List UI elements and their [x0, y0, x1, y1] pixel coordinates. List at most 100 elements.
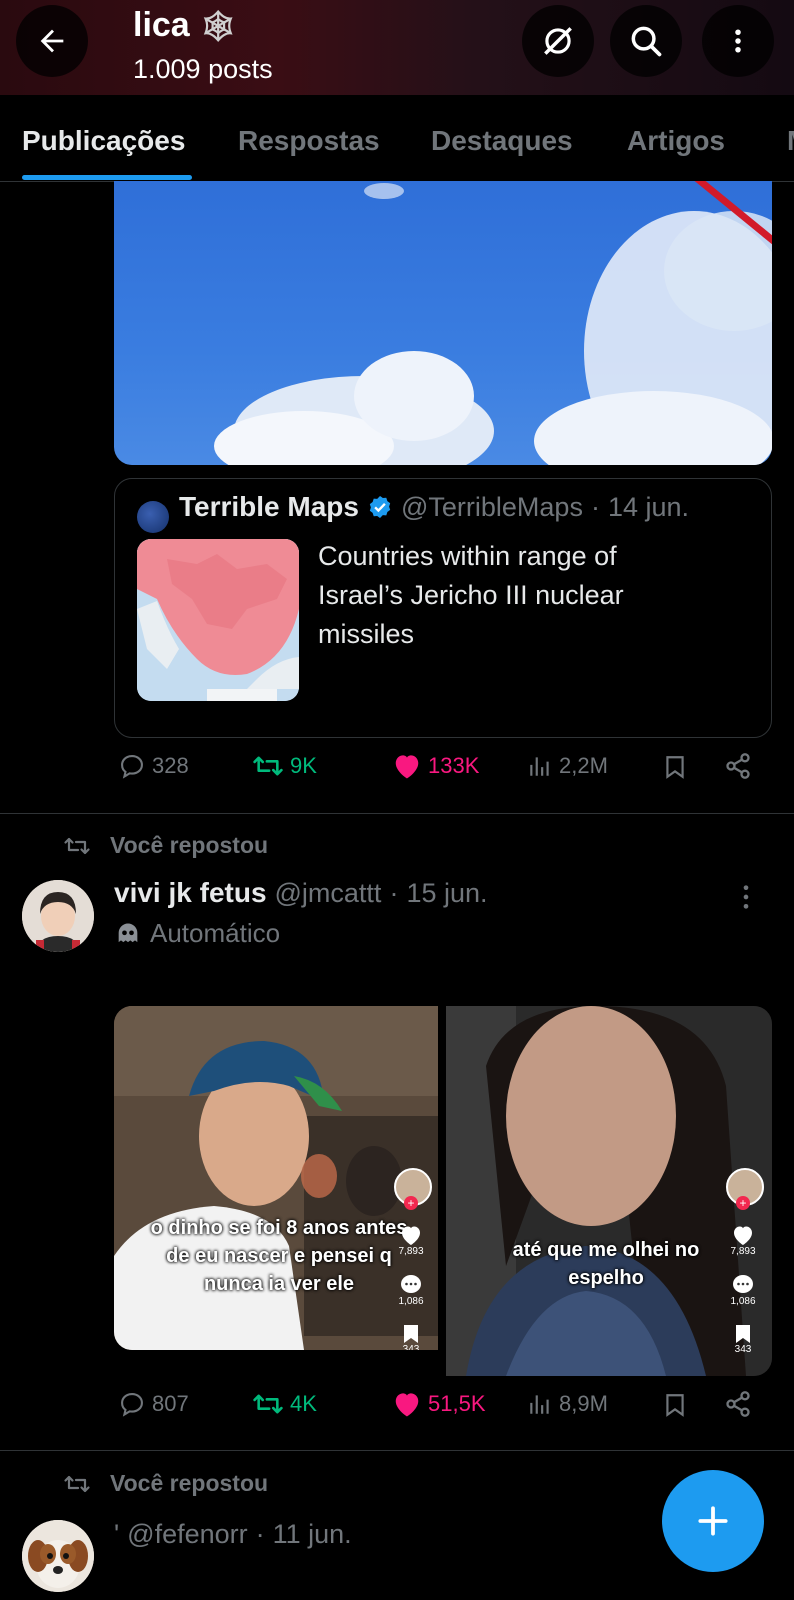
post-divider	[0, 1450, 794, 1451]
views-button[interactable]: 8,9M	[527, 1390, 608, 1418]
arrow-left-icon	[40, 29, 64, 53]
post3-repost-indicator: Você repostou	[62, 1470, 268, 1497]
post-count: 1.009 posts	[133, 54, 273, 84]
back-button[interactable]	[16, 5, 88, 77]
views-bars-icon	[530, 757, 549, 776]
reply-button[interactable]: 328	[118, 752, 189, 780]
grok-button[interactable]	[522, 5, 594, 77]
share-button[interactable]	[724, 1390, 752, 1418]
reply-bubble-icon	[121, 755, 143, 779]
comment-bubble-icon	[401, 1275, 421, 1293]
vertical-dots-icon	[743, 885, 749, 909]
avatar-vivi-illustration	[22, 880, 94, 952]
quote-separator: ·	[590, 491, 600, 522]
follow-plus-icon: +	[404, 1196, 418, 1210]
post2-media-right[interactable]: até que me olhei no espelho + 7,893 1,08…	[446, 1006, 772, 1376]
tab-destaques[interactable]: Destaques	[431, 125, 573, 157]
photo-man-with-cap-illustration	[114, 1006, 438, 1350]
post2-media-left[interactable]: o dinho se foi 8 anos antes de eu nascer…	[114, 1006, 438, 1350]
avatar[interactable]	[22, 1520, 94, 1592]
post2-action-bar: 807 4K 51,5K 8,9M	[0, 1390, 794, 1440]
grok-slash-icon	[544, 27, 572, 55]
share-button[interactable]	[724, 752, 752, 780]
active-tab-indicator	[22, 175, 192, 180]
heart-icon	[734, 1226, 752, 1245]
author-handle[interactable]: @fefenorr	[127, 1519, 247, 1550]
post-divider	[0, 813, 794, 814]
post1-action-bar: 328 9K 133K 2,2M	[0, 752, 794, 802]
tab-midia[interactable]: M	[787, 125, 794, 157]
quoted-tweet-card[interactable]: Terrible Maps @TerribleMaps · 14 jun. Co…	[114, 478, 772, 738]
repost-arrows-icon	[253, 756, 283, 776]
post-date[interactable]: 11 jun.	[273, 1519, 352, 1550]
share-icon	[726, 753, 750, 779]
repost-button[interactable]: 4K	[252, 1390, 317, 1418]
like-button[interactable]: 133K	[392, 752, 479, 780]
sky-clouds-illustration	[214, 181, 772, 465]
missile-range-map-illustration	[137, 539, 299, 701]
reply-button[interactable]: 807	[118, 1390, 189, 1418]
map-thumbnail[interactable]	[137, 539, 299, 701]
bookmark-icon	[666, 756, 684, 779]
heart-filled-icon	[395, 755, 419, 779]
author-handle[interactable]: @jmcattt	[275, 878, 382, 909]
share-icon	[726, 1391, 750, 1417]
automated-label: Automático	[114, 918, 280, 949]
reply-bubble-icon	[121, 1393, 143, 1417]
avatar-puppy-illustration	[22, 1520, 94, 1592]
media-save-counter: 343	[724, 1324, 762, 1355]
more-options-button[interactable]	[702, 5, 774, 77]
media-caption: até que me olhei no espelho	[512, 1239, 700, 1289]
spiderweb-emoji: 🕸	[199, 10, 238, 43]
bookmark-icon	[404, 1325, 418, 1343]
repost-arrows-icon	[64, 1475, 90, 1492]
post-date[interactable]: 15 jun.	[406, 878, 487, 909]
media-comment-counter: 1,086	[724, 1274, 762, 1307]
media-like-counter: 7,893	[724, 1224, 762, 1257]
post2-header: vivi jk fetus @jmcattt · 15 jun.	[114, 877, 488, 909]
quote-author-name[interactable]: Terrible Maps	[179, 491, 359, 523]
bookmark-icon	[736, 1325, 750, 1343]
comment-bubble-icon	[733, 1275, 753, 1293]
repost-arrows-icon	[64, 837, 90, 854]
media-comment-counter: 1,086	[392, 1274, 430, 1307]
quote-header: Terrible Maps @TerribleMaps · 14 jun.	[179, 491, 689, 523]
media-caption: o dinho se foi 8 anos antes de eu nascer…	[150, 1217, 408, 1295]
tab-respostas[interactable]: Respostas	[238, 125, 380, 157]
tab-artigos[interactable]: Artigos	[627, 125, 725, 157]
views-bars-icon	[530, 1395, 549, 1414]
views-button[interactable]: 2,2M	[527, 752, 608, 780]
bookmark-button[interactable]	[662, 1390, 688, 1420]
plus-icon	[698, 1506, 728, 1536]
quote-handle[interactable]: @TerribleMaps	[401, 492, 583, 523]
post-image-sky[interactable]	[114, 181, 772, 465]
compose-button[interactable]	[662, 1470, 764, 1572]
follow-plus-icon: +	[736, 1196, 750, 1210]
bookmark-button[interactable]	[662, 752, 688, 782]
terrible-maps-avatar[interactable]	[137, 501, 169, 533]
author-name-fragment: '	[114, 1519, 120, 1549]
avatar[interactable]	[22, 880, 94, 952]
post3-header: ' @fefenorr · 11 jun.	[114, 1519, 352, 1550]
quote-text: Countries within range of Israel’s Jeric…	[318, 541, 624, 649]
quote-date[interactable]: 14 jun.	[608, 492, 689, 523]
robot-icon	[118, 923, 138, 942]
post2-repost-indicator: Você repostou	[62, 832, 268, 859]
search-button[interactable]	[610, 5, 682, 77]
profile-title: lica 🕸	[133, 6, 238, 44]
photo-woman-selfie-illustration	[446, 1006, 772, 1376]
bookmark-icon	[666, 1394, 684, 1417]
like-button[interactable]: 51,5K	[392, 1390, 486, 1418]
tab-publicacoes[interactable]: Publicações	[22, 125, 185, 157]
author-name[interactable]: vivi jk fetus	[114, 877, 267, 909]
repost-button[interactable]: 9K	[252, 752, 317, 780]
verified-badge-icon	[369, 495, 391, 519]
profile-tabs: Publicações Respostas Destaques Artigos …	[0, 95, 794, 182]
heart-filled-icon	[395, 1393, 419, 1417]
media-like-counter: 7,893	[392, 1224, 430, 1257]
search-icon	[631, 26, 662, 57]
vertical-dots-icon	[735, 29, 741, 53]
heart-icon	[402, 1226, 420, 1245]
repost-arrows-icon	[253, 1394, 283, 1414]
post-more-button[interactable]	[740, 883, 752, 916]
